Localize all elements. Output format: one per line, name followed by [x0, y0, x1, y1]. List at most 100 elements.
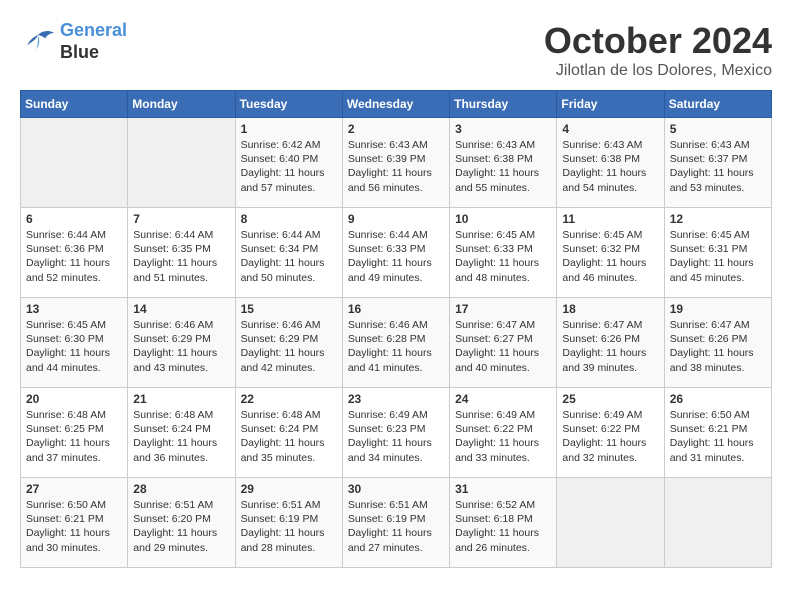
calendar-cell: 27 Sunrise: 6:50 AMSunset: 6:21 PMDayligh… [21, 478, 128, 568]
day-info: Sunrise: 6:50 AMSunset: 6:21 PMDaylight:… [670, 408, 766, 465]
calendar-cell: 28 Sunrise: 6:51 AMSunset: 6:20 PMDayligh… [128, 478, 235, 568]
day-info: Sunrise: 6:45 AMSunset: 6:32 PMDaylight:… [562, 228, 658, 285]
calendar-cell: 3 Sunrise: 6:43 AMSunset: 6:38 PMDaylight… [450, 118, 557, 208]
calendar-cell: 1 Sunrise: 6:42 AMSunset: 6:40 PMDaylight… [235, 118, 342, 208]
calendar-cell: 31Sunrise: 6:52 AMSunset: 6:18 PMDayligh… [450, 478, 557, 568]
calendar-cell: 20 Sunrise: 6:48 AMSunset: 6:25 PMDayligh… [21, 388, 128, 478]
day-info: Sunrise: 6:45 AMSunset: 6:31 PMDaylight:… [670, 228, 766, 285]
day-info: Sunrise: 6:51 AMSunset: 6:19 PMDaylight:… [348, 498, 444, 555]
day-info: Sunrise: 6:44 AMSunset: 6:33 PMDaylight:… [348, 228, 444, 285]
day-info: Sunrise: 6:48 AMSunset: 6:24 PMDaylight:… [241, 408, 337, 465]
day-info: Sunrise: 6:43 AMSunset: 6:37 PMDaylight:… [670, 138, 766, 195]
day-info: Sunrise: 6:48 AMSunset: 6:25 PMDaylight:… [26, 408, 122, 465]
day-number: 21 [133, 392, 229, 406]
day-number: 27 [26, 482, 122, 496]
day-info: Sunrise: 6:47 AMSunset: 6:26 PMDaylight:… [562, 318, 658, 375]
calendar-cell: 5 Sunrise: 6:43 AMSunset: 6:37 PMDaylight… [664, 118, 771, 208]
day-number: 28 [133, 482, 229, 496]
day-info: Sunrise: 6:43 AMSunset: 6:38 PMDaylight:… [455, 138, 551, 195]
day-number: 24 [455, 392, 551, 406]
day-number: 2 [348, 122, 444, 136]
day-info: Sunrise: 6:46 AMSunset: 6:28 PMDaylight:… [348, 318, 444, 375]
calendar-week-row: 1 Sunrise: 6:42 AMSunset: 6:40 PMDaylight… [21, 118, 772, 208]
weekday-header: Friday [557, 91, 664, 118]
calendar-cell: 7 Sunrise: 6:44 AMSunset: 6:35 PMDaylight… [128, 208, 235, 298]
calendar-cell: 21Sunrise: 6:48 AMSunset: 6:24 PMDayligh… [128, 388, 235, 478]
calendar-cell: 24 Sunrise: 6:49 AMSunset: 6:22 PMDayligh… [450, 388, 557, 478]
calendar-body: 1 Sunrise: 6:42 AMSunset: 6:40 PMDaylight… [21, 118, 772, 568]
day-number: 31 [455, 482, 551, 496]
day-number: 25 [562, 392, 658, 406]
day-info: Sunrise: 6:44 AMSunset: 6:35 PMDaylight:… [133, 228, 229, 285]
day-number: 22 [241, 392, 337, 406]
page-header: GeneralBlue October 2024 Jilotlan de los… [20, 20, 772, 80]
day-number: 3 [455, 122, 551, 136]
day-number: 12 [670, 212, 766, 226]
day-number: 14 [133, 302, 229, 316]
day-number: 8 [241, 212, 337, 226]
day-number: 4 [562, 122, 658, 136]
location: Jilotlan de los Dolores, Mexico [544, 62, 772, 80]
day-number: 1 [241, 122, 337, 136]
calendar-cell: 29 Sunrise: 6:51 AMSunset: 6:19 PMDayligh… [235, 478, 342, 568]
calendar-cell: 26Sunrise: 6:50 AMSunset: 6:21 PMDayligh… [664, 388, 771, 478]
calendar-cell: 4 Sunrise: 6:43 AMSunset: 6:38 PMDaylight… [557, 118, 664, 208]
logo-text: GeneralBlue [60, 20, 127, 63]
day-number: 20 [26, 392, 122, 406]
calendar-cell: 9 Sunrise: 6:44 AMSunset: 6:33 PMDaylight… [342, 208, 449, 298]
calendar-cell: 16 Sunrise: 6:46 AMSunset: 6:28 PMDayligh… [342, 298, 449, 388]
calendar-week-row: 6 Sunrise: 6:44 AMSunset: 6:36 PMDaylight… [21, 208, 772, 298]
day-number: 10 [455, 212, 551, 226]
day-number: 11 [562, 212, 658, 226]
day-info: Sunrise: 6:50 AMSunset: 6:21 PMDaylight:… [26, 498, 122, 555]
calendar-cell: 25 Sunrise: 6:49 AMSunset: 6:22 PMDayligh… [557, 388, 664, 478]
weekday-header: Thursday [450, 91, 557, 118]
calendar-week-row: 20 Sunrise: 6:48 AMSunset: 6:25 PMDayligh… [21, 388, 772, 478]
calendar-cell: 22 Sunrise: 6:48 AMSunset: 6:24 PMDayligh… [235, 388, 342, 478]
calendar-cell: 10 Sunrise: 6:45 AMSunset: 6:33 PMDayligh… [450, 208, 557, 298]
day-info: Sunrise: 6:46 AMSunset: 6:29 PMDaylight:… [241, 318, 337, 375]
day-info: Sunrise: 6:43 AMSunset: 6:38 PMDaylight:… [562, 138, 658, 195]
calendar-header: SundayMondayTuesdayWednesdayThursdayFrid… [21, 91, 772, 118]
title-block: October 2024 Jilotlan de los Dolores, Me… [544, 20, 772, 80]
day-number: 16 [348, 302, 444, 316]
day-info: Sunrise: 6:51 AMSunset: 6:19 PMDaylight:… [241, 498, 337, 555]
day-number: 9 [348, 212, 444, 226]
day-number: 5 [670, 122, 766, 136]
day-info: Sunrise: 6:45 AMSunset: 6:30 PMDaylight:… [26, 318, 122, 375]
calendar-cell: 23Sunrise: 6:49 AMSunset: 6:23 PMDayligh… [342, 388, 449, 478]
weekday-header: Sunday [21, 91, 128, 118]
logo-icon [20, 27, 56, 57]
logo: GeneralBlue [20, 20, 127, 63]
day-number: 17 [455, 302, 551, 316]
calendar-table: SundayMondayTuesdayWednesdayThursdayFrid… [20, 90, 772, 568]
calendar-week-row: 13 Sunrise: 6:45 AMSunset: 6:30 PMDayligh… [21, 298, 772, 388]
calendar-cell [664, 478, 771, 568]
day-info: Sunrise: 6:51 AMSunset: 6:20 PMDaylight:… [133, 498, 229, 555]
calendar-cell: 11 Sunrise: 6:45 AMSunset: 6:32 PMDayligh… [557, 208, 664, 298]
calendar-cell: 14Sunrise: 6:46 AMSunset: 6:29 PMDayligh… [128, 298, 235, 388]
day-info: Sunrise: 6:49 AMSunset: 6:22 PMDaylight:… [562, 408, 658, 465]
day-info: Sunrise: 6:44 AMSunset: 6:36 PMDaylight:… [26, 228, 122, 285]
month-title: October 2024 [544, 20, 772, 62]
calendar-cell [557, 478, 664, 568]
calendar-cell: 15Sunrise: 6:46 AMSunset: 6:29 PMDayligh… [235, 298, 342, 388]
day-number: 13 [26, 302, 122, 316]
day-number: 7 [133, 212, 229, 226]
calendar-week-row: 27 Sunrise: 6:50 AMSunset: 6:21 PMDayligh… [21, 478, 772, 568]
day-number: 6 [26, 212, 122, 226]
day-info: Sunrise: 6:42 AMSunset: 6:40 PMDaylight:… [241, 138, 337, 195]
calendar-cell: 18Sunrise: 6:47 AMSunset: 6:26 PMDayligh… [557, 298, 664, 388]
day-info: Sunrise: 6:43 AMSunset: 6:39 PMDaylight:… [348, 138, 444, 195]
calendar-cell: 30 Sunrise: 6:51 AMSunset: 6:19 PMDayligh… [342, 478, 449, 568]
weekday-header: Wednesday [342, 91, 449, 118]
calendar-cell: 12 Sunrise: 6:45 AMSunset: 6:31 PMDayligh… [664, 208, 771, 298]
day-info: Sunrise: 6:49 AMSunset: 6:22 PMDaylight:… [455, 408, 551, 465]
day-number: 29 [241, 482, 337, 496]
day-info: Sunrise: 6:45 AMSunset: 6:33 PMDaylight:… [455, 228, 551, 285]
weekday-header: Monday [128, 91, 235, 118]
weekday-header: Saturday [664, 91, 771, 118]
calendar-cell: 19Sunrise: 6:47 AMSunset: 6:26 PMDayligh… [664, 298, 771, 388]
calendar-cell [21, 118, 128, 208]
day-number: 30 [348, 482, 444, 496]
